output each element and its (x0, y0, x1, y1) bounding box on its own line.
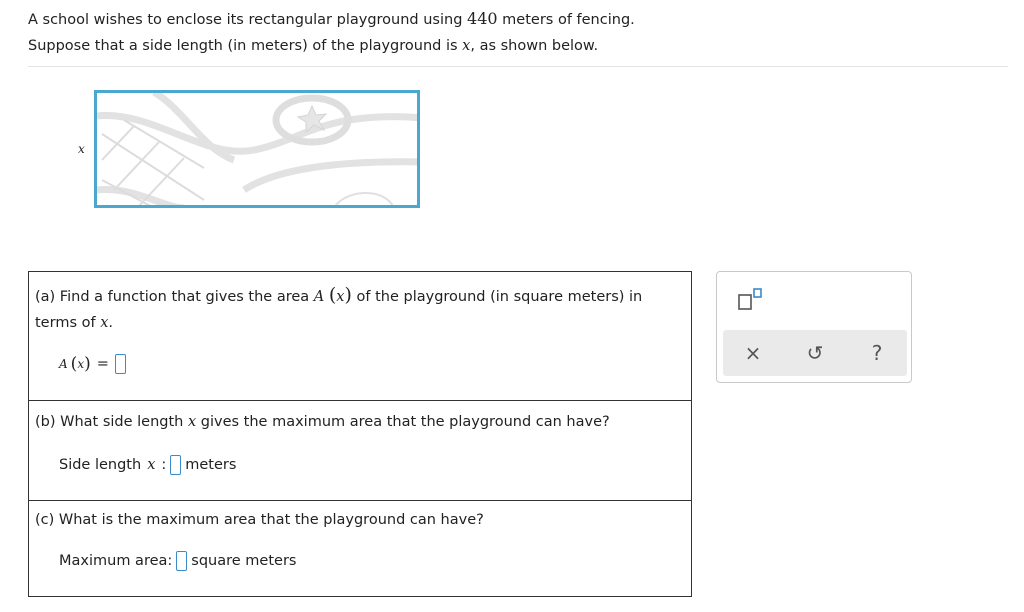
paren: ( (70, 354, 78, 374)
math-toolbox: × ↺ ? (716, 271, 912, 383)
undo-icon: ↺ (806, 341, 824, 365)
part-a: (a) Find a function that gives the area … (29, 272, 691, 401)
punctuation: . (108, 315, 113, 331)
side-length-input[interactable] (170, 455, 182, 475)
paren: ) (84, 354, 91, 374)
paren: ) (344, 284, 352, 306)
question-text: gives the maximum area that the playgrou… (200, 414, 610, 430)
max-area-input[interactable] (176, 551, 188, 571)
close-icon: × (744, 341, 762, 365)
fencing-length: 440 (467, 9, 498, 28)
figure-side-label: x (78, 142, 85, 156)
part-c-question: (c) What is the maximum area that the pl… (35, 512, 484, 528)
answer-label: Maximum area: (59, 553, 173, 569)
variable-x: x (147, 457, 156, 473)
variable-x: x (187, 414, 197, 430)
question-text: (b) What side length (35, 414, 184, 430)
intro-text: , as shown below. (470, 38, 599, 54)
playground-illustration (94, 90, 420, 208)
superscript-icon (738, 288, 762, 310)
question-text: (a) Find a function that gives the area (35, 289, 310, 305)
part-a-question: (a) Find a function that gives the area … (35, 282, 642, 336)
function-name: A (59, 357, 68, 371)
intro-text: A school wishes to enclose its rectangul… (28, 12, 463, 28)
colon: : (161, 457, 167, 473)
variable-x: x (77, 357, 85, 371)
intro-text: Suppose that a side length (in meters) o… (28, 38, 458, 54)
divider (28, 66, 1008, 67)
part-c: (c) What is the maximum area that the pl… (29, 501, 691, 597)
undo-button[interactable]: ↺ (795, 330, 835, 376)
clear-button[interactable]: × (733, 330, 773, 376)
part-b: (b) What side length x gives the maximum… (29, 401, 691, 501)
unit-label: meters (185, 457, 237, 473)
question-text: terms of (35, 315, 96, 331)
part-a-answer: A (x) = (59, 354, 130, 374)
playground-figure (94, 90, 420, 208)
unit-label: square meters (191, 553, 297, 569)
problem-statement: A school wishes to enclose its rectangul… (28, 6, 635, 59)
help-button[interactable]: ? (857, 330, 897, 376)
toolbox-actions: × ↺ ? (723, 330, 907, 376)
question-panel: (a) Find a function that gives the area … (28, 271, 692, 597)
intro-line-1: A school wishes to enclose its rectangul… (28, 6, 635, 33)
part-c-answer: Maximum area: square meters (59, 551, 296, 571)
part-b-answer: Side length x : meters (59, 455, 236, 475)
superscript-template-button[interactable] (737, 286, 763, 312)
answer-label: Side length (59, 457, 142, 473)
part-b-question: (b) What side length x gives the maximum… (35, 409, 610, 435)
function-name: A (313, 289, 325, 305)
question-text: of the playground (in square meters) in (356, 289, 643, 305)
help-icon: ? (871, 341, 883, 365)
area-function-input[interactable] (114, 354, 126, 374)
intro-text: meters of fencing. (502, 12, 635, 28)
intro-line-2: Suppose that a side length (in meters) o… (28, 33, 635, 59)
equals-sign: = (96, 356, 109, 372)
